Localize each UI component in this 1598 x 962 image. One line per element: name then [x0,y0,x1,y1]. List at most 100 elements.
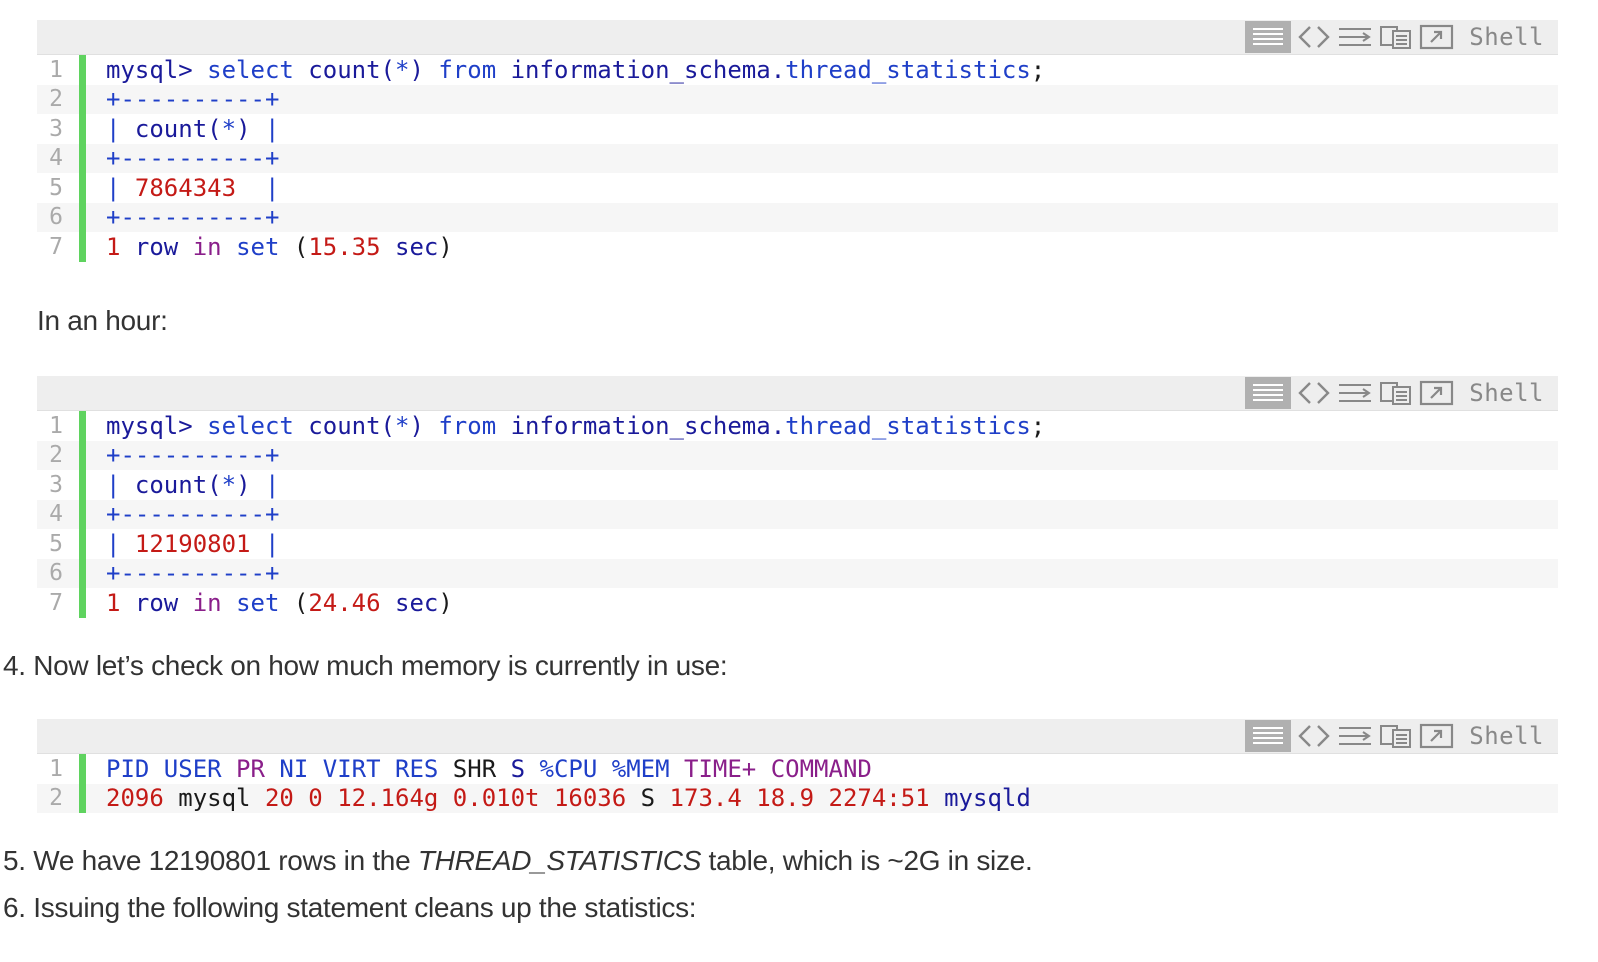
wrap-lines-icon[interactable] [1337,376,1373,410]
language-label: Shell [1469,722,1544,750]
code-line: 1 mysql> select count(*) from information… [37,411,1558,441]
list-item-step-6: 6. Issuing the following statement clean… [3,892,697,923]
popout-icon[interactable] [1419,376,1455,410]
code-text: | count(*) | [106,114,280,143]
line-number: 7 [49,233,63,260]
line-number: 6 [49,560,63,587]
code-line: 2 +----------+ [37,84,1558,114]
view-lines-icon[interactable] [1245,377,1292,409]
copy-icon[interactable] [1379,719,1413,753]
popout-icon[interactable] [1419,719,1455,753]
code-text: +----------+ [106,144,280,173]
code-line: 3 | count(*) | [37,470,1558,500]
code-line: 5 | 7864343 | [37,173,1558,203]
list-item-step-4: 4. Now let’s check on how much memory is… [3,650,728,681]
gutter-bar [79,558,86,588]
code-line: 7 1 row in set (24.46 sec) [37,588,1558,618]
code-toolbar: Shell [37,719,1558,754]
view-lines-icon[interactable] [1245,21,1292,53]
gutter-bar [79,588,86,618]
code-text: 1 row in set (15.35 sec) [106,232,453,261]
line-number: 1 [49,412,63,439]
code-line: 1 mysql> select count(*) from information… [37,55,1558,85]
copy-icon[interactable] [1379,20,1413,54]
list-item-step-5: 5. We have 12190801 rows in the THREAD_S… [3,845,1033,877]
code-body: 1 PID USER PR NI VIRT RES SHR S %CPU %MEM… [37,754,1558,813]
language-label: Shell [1469,23,1544,51]
language-label: Shell [1469,379,1544,407]
gutter-bar [79,499,86,529]
gutter-bar [79,232,86,262]
code-text: 1 row in set (24.46 sec) [106,588,453,617]
code-brackets-icon[interactable] [1297,719,1331,753]
gutter-bar [79,783,86,813]
view-lines-icon[interactable] [1245,720,1292,752]
line-number: 1 [49,56,63,83]
code-text: mysql> select count(*) from information_… [106,411,1046,440]
code-text: 2096 mysql 20 0 12.164g 0.010t 16036 S 1… [106,784,1031,813]
code-line: 6 +----------+ [37,558,1558,588]
gutter-bar [79,173,86,203]
code-text: +----------+ [106,203,280,232]
wrap-lines-icon[interactable] [1337,719,1373,753]
code-body: 1 mysql> select count(*) from information… [37,411,1558,618]
line-number: 7 [49,589,63,616]
code-text: | 7864343 | [106,173,280,202]
code-line: 4 +----------+ [37,143,1558,173]
gutter-bar [79,411,86,441]
copy-icon[interactable] [1379,376,1413,410]
code-line: 5 | 12190801 | [37,529,1558,559]
code-toolbar: Shell [37,20,1558,55]
code-block-3: Shell 1 PID USER PR NI VIRT RES SHR S %CP… [37,719,1558,813]
code-text: | 12190801 | [106,529,280,558]
code-line: 3 | count(*) | [37,114,1558,144]
line-number: 1 [49,755,63,782]
code-text: +----------+ [106,559,280,588]
code-block-1: Shell 1 mysql> select count(*) from infor… [37,20,1558,262]
code-brackets-icon[interactable] [1297,376,1331,410]
wrap-lines-icon[interactable] [1337,20,1373,54]
paragraph-in-an-hour: In an hour: [37,305,168,336]
step5-text-post: table, which is ~2G in size. [701,845,1033,876]
code-text: mysql> select count(*) from information_… [106,55,1046,84]
code-text: +----------+ [106,85,280,114]
line-number: 2 [49,785,63,812]
code-text: +----------+ [106,441,280,470]
gutter-bar [79,143,86,173]
code-text: PID USER PR NI VIRT RES SHR S %CPU %MEM … [106,754,872,783]
gutter-bar [79,114,86,144]
line-number: 2 [49,442,63,469]
gutter-bar [79,84,86,114]
gutter-bar [79,529,86,559]
line-number: 5 [49,174,63,201]
step5-text-pre: 5. We have 12190801 rows in the [3,845,418,876]
code-line: 2 +----------+ [37,440,1558,470]
line-number: 3 [49,115,63,142]
toolbar-icons: Shell [1245,376,1558,410]
line-number: 5 [49,530,63,557]
code-brackets-icon[interactable] [1297,20,1331,54]
code-text: | count(*) | [106,470,280,499]
line-number: 4 [49,145,63,172]
line-number: 4 [49,501,63,528]
step5-table-name: THREAD_STATISTICS [417,845,702,876]
code-line: 2 2096 mysql 20 0 12.164g 0.010t 16036 S … [37,783,1558,813]
toolbar-icons: Shell [1245,719,1558,753]
popout-icon[interactable] [1419,20,1455,54]
gutter-bar [79,440,86,470]
line-number: 3 [49,471,63,498]
code-line: 6 +----------+ [37,202,1558,232]
line-number: 6 [49,204,63,231]
gutter-bar [79,470,86,500]
code-text: +----------+ [106,500,280,529]
code-line: 7 1 row in set (15.35 sec) [37,232,1558,262]
code-body: 1 mysql> select count(*) from information… [37,55,1558,262]
code-line: 4 +----------+ [37,499,1558,529]
line-number: 2 [49,86,63,113]
code-block-2: Shell 1 mysql> select count(*) from infor… [37,376,1558,618]
gutter-bar [79,55,86,85]
gutter-bar [79,202,86,232]
code-line: 1 PID USER PR NI VIRT RES SHR S %CPU %MEM… [37,754,1558,784]
code-toolbar: Shell [37,376,1558,411]
toolbar-icons: Shell [1245,20,1558,54]
